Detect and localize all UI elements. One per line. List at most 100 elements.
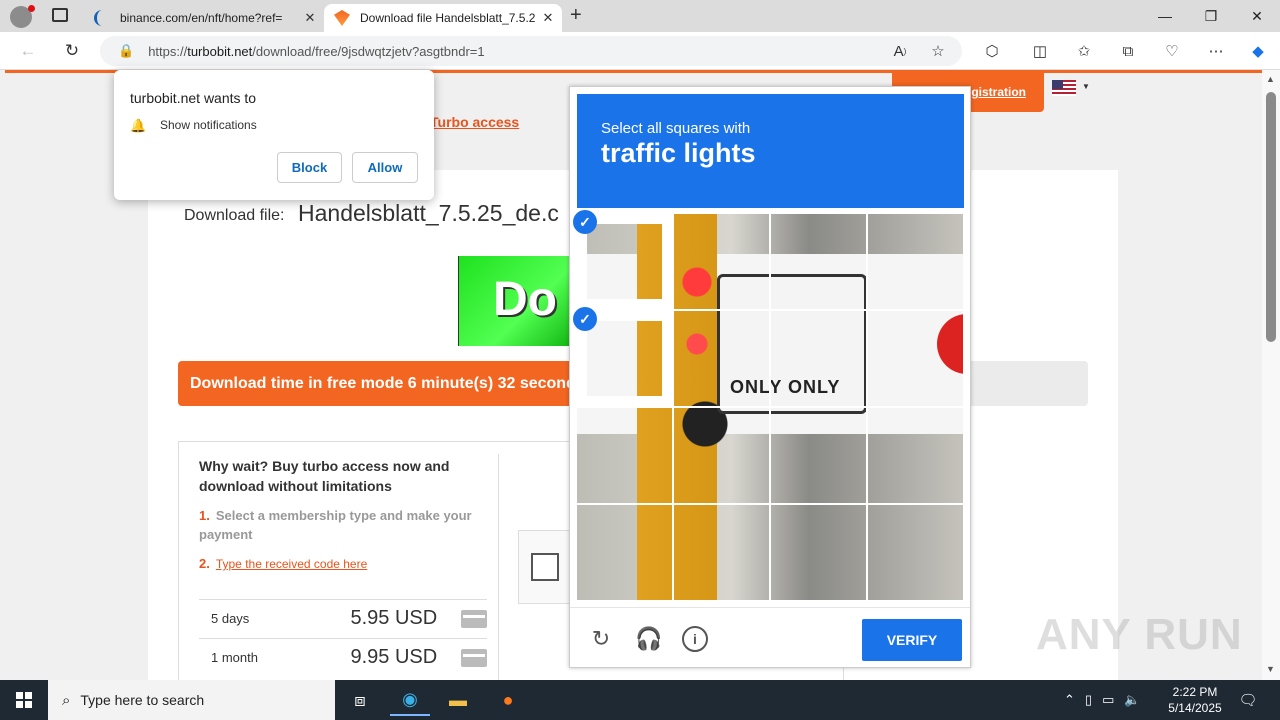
- promo-step-1: 1. Select a membership type and make your…: [199, 508, 472, 542]
- windows-taskbar: ⌕ Type here to search ⧈ ◉ ▬ ● ⌃ ▯ ▭ 🔈 2:…: [0, 680, 1280, 720]
- credit-card-icon: [461, 648, 488, 667]
- firefox-icon[interactable]: ●: [488, 684, 528, 716]
- read-aloud-icon[interactable]: A): [888, 40, 912, 62]
- scrollbar-thumb[interactable]: [1266, 92, 1276, 342]
- binance-tab-favicon-icon: [94, 10, 110, 26]
- checkmark-icon: ✓: [573, 210, 597, 234]
- copilot-icon[interactable]: ◆: [1246, 40, 1270, 62]
- scroll-up-icon[interactable]: ▲: [1266, 74, 1275, 84]
- captcha-tile[interactable]: [868, 214, 963, 309]
- reload-icon[interactable]: ↻: [586, 624, 616, 654]
- close-tab-icon[interactable]: ✕: [300, 10, 320, 26]
- favorite-star-icon[interactable]: ☆: [926, 40, 950, 62]
- battery-icon[interactable]: ▯: [1085, 692, 1092, 708]
- address-bar-row: ← ↻ 🔒 https://turbobit.net/download/free…: [0, 32, 1280, 70]
- image-captcha-dialog: Select all squares with traffic lights ✓…: [569, 86, 971, 668]
- clock-date: 5/14/2025: [1168, 701, 1222, 715]
- captcha-target-object: traffic lights: [601, 138, 756, 168]
- refresh-icon[interactable]: ↻: [58, 38, 86, 64]
- banner-text: Do: [493, 273, 557, 326]
- captcha-header: Select all squares with traffic lights: [577, 94, 964, 208]
- captcha-instruction: Select all squares with: [601, 120, 751, 137]
- price-amount: 5.95 USD: [350, 607, 438, 629]
- edge-browser-icon[interactable]: ◉: [390, 684, 430, 716]
- search-placeholder: Type here to search: [80, 692, 205, 708]
- enter-code-link[interactable]: Type the received code here: [216, 557, 367, 571]
- captcha-tile[interactable]: [771, 505, 866, 600]
- info-icon[interactable]: i: [682, 626, 708, 652]
- captcha-tile[interactable]: [868, 408, 963, 503]
- windows-logo-icon: [16, 692, 32, 708]
- chevron-down-icon[interactable]: ▼: [1082, 82, 1090, 91]
- extensions-icon[interactable]: ⬡: [980, 40, 1004, 62]
- captcha-tile[interactable]: [771, 214, 866, 309]
- profile-alert-dot: [28, 5, 35, 12]
- file-name: Handelsblatt_7.5.25_de.c: [298, 200, 559, 226]
- network-icon[interactable]: ▭: [1102, 692, 1114, 708]
- credit-card-icon: [461, 609, 488, 628]
- clock-time: 2:22 PM: [1172, 685, 1218, 699]
- file-explorer-icon[interactable]: ▬: [438, 684, 478, 716]
- us-flag-icon[interactable]: [1052, 80, 1076, 96]
- start-button[interactable]: [0, 680, 48, 720]
- captcha-tile[interactable]: ✓: [573, 307, 672, 406]
- system-tray: ⌃ ▯ ▭ 🔈: [1064, 680, 1151, 720]
- tab-title: binance.com/en/nft/home?ref=: [120, 11, 283, 25]
- tab-turbobit[interactable]: Download file Handelsblatt_7.5.2 ✕: [324, 4, 562, 32]
- url-scheme: https://: [148, 43, 188, 59]
- block-button[interactable]: Block: [277, 152, 342, 183]
- performance-icon[interactable]: ♡: [1160, 40, 1184, 62]
- captcha-tile[interactable]: [771, 408, 866, 503]
- price-duration: 1 month: [211, 650, 258, 665]
- captcha-tile[interactable]: [868, 505, 963, 600]
- turbobit-tab-favicon-icon: [334, 10, 350, 26]
- browser-tab-bar: binance.com/en/nft/home?ref= ✕ Download …: [0, 0, 1280, 32]
- scroll-down-icon[interactable]: ▼: [1266, 664, 1275, 674]
- close-tab-icon[interactable]: ✕: [538, 10, 558, 26]
- minimize-icon[interactable]: —: [1142, 0, 1188, 32]
- favorites-icon[interactable]: ✩: [1072, 40, 1096, 62]
- new-tab-icon[interactable]: +: [570, 4, 582, 27]
- more-menu-icon[interactable]: ⋯: [1204, 40, 1228, 62]
- captcha-tile[interactable]: [577, 408, 672, 503]
- action-center-icon[interactable]: 🗨: [1234, 688, 1262, 712]
- restore-icon[interactable]: ❐: [1188, 0, 1234, 32]
- task-view-icon[interactable]: ⧈: [340, 684, 380, 716]
- taskbar-search[interactable]: ⌕ Type here to search: [48, 680, 335, 720]
- captcha-tile[interactable]: ✓: [573, 210, 672, 309]
- price-row[interactable]: 1 month 9.95 USD: [199, 638, 488, 676]
- captcha-tile[interactable]: [674, 408, 769, 503]
- turbo-access-link[interactable]: Turbo access: [430, 114, 519, 130]
- captcha-checkbox[interactable]: [531, 553, 559, 581]
- verify-button[interactable]: VERIFY: [862, 619, 962, 661]
- collections-icon[interactable]: ⧉: [1116, 40, 1140, 62]
- promo-title: Why wait? Buy turbo access now and downl…: [199, 458, 450, 494]
- price-amount: 9.95 USD: [350, 646, 438, 668]
- page-scrollbar[interactable]: ▲ ▼: [1262, 70, 1280, 680]
- url-field[interactable]: 🔒 https://turbobit.net/download/free/9js…: [100, 36, 962, 66]
- permission-text: Show notifications: [160, 118, 257, 132]
- popup-title: turbobit.net wants to: [130, 90, 257, 106]
- taskbar-clock[interactable]: 2:22 PM 5/14/2025: [1162, 684, 1228, 716]
- close-window-icon[interactable]: ✕: [1234, 0, 1280, 32]
- captcha-tile[interactable]: [674, 311, 769, 406]
- captcha-tile[interactable]: [674, 214, 769, 309]
- price-row[interactable]: 5 days 5.95 USD: [199, 599, 488, 637]
- headphones-icon[interactable]: 🎧: [634, 624, 664, 654]
- download-banner-ad[interactable]: Do: [458, 256, 573, 346]
- bell-icon: 🔔: [130, 118, 147, 133]
- captcha-tile[interactable]: [674, 505, 769, 600]
- price-duration: 5 days: [211, 611, 250, 626]
- captcha-tile[interactable]: [868, 311, 963, 406]
- checkmark-icon: ✓: [573, 307, 597, 331]
- volume-icon[interactable]: 🔈: [1124, 692, 1140, 708]
- tray-chevron-up-icon[interactable]: ⌃: [1064, 692, 1075, 708]
- allow-button[interactable]: Allow: [352, 152, 418, 183]
- tab-actions-icon[interactable]: [52, 8, 68, 22]
- captcha-tile[interactable]: [577, 505, 672, 600]
- tab-binance[interactable]: binance.com/en/nft/home?ref= ✕: [84, 4, 324, 32]
- split-screen-icon[interactable]: ◫: [1028, 40, 1052, 62]
- anyrun-watermark: ANY RUN: [1036, 610, 1243, 659]
- captcha-tile[interactable]: [771, 311, 866, 406]
- back-icon[interactable]: ←: [14, 38, 42, 64]
